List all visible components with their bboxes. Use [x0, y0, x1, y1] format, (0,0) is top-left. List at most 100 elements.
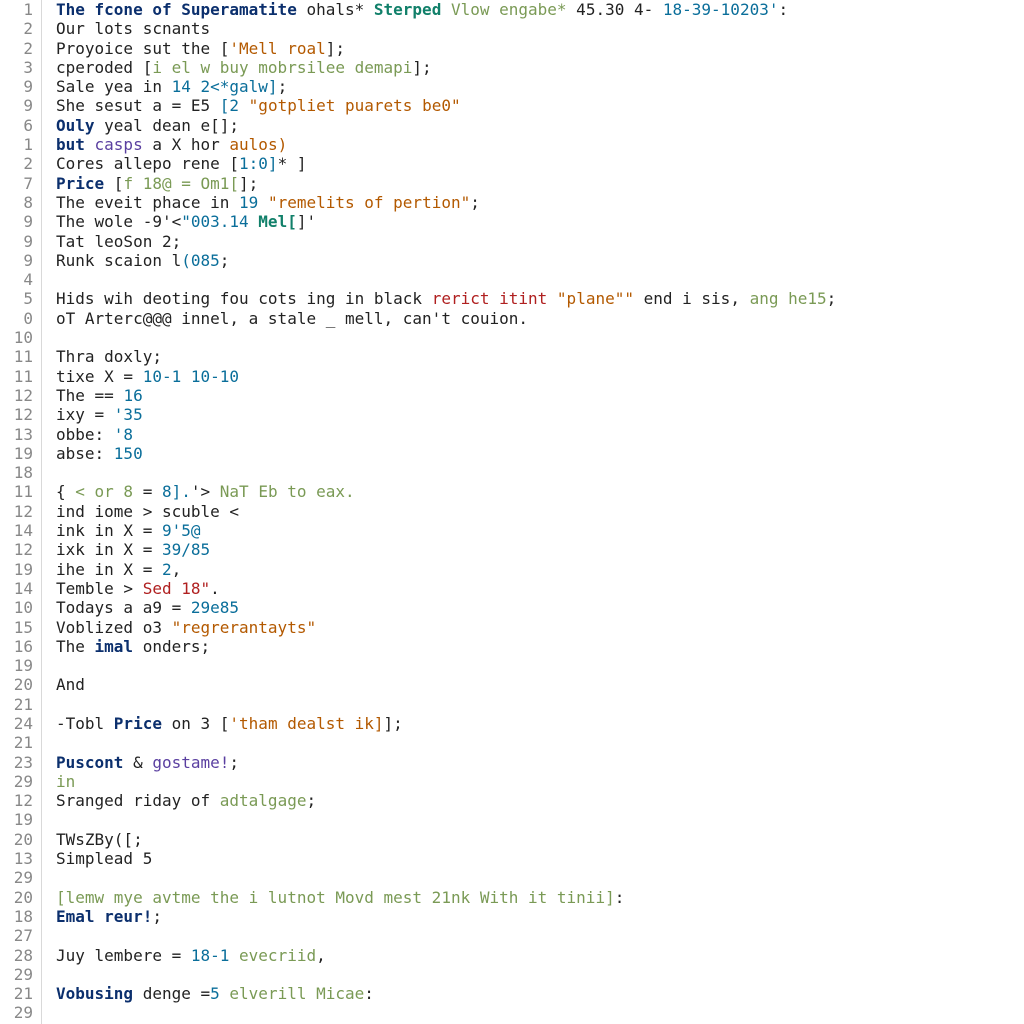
token-pl: Thra doxly; [56, 347, 162, 366]
code-line[interactable]: Puscont & gostame!; [56, 753, 1024, 772]
code-line[interactable]: Cores allepo rene [1:0]* ] [56, 154, 1024, 173]
line-number: 18 [0, 463, 41, 482]
code-line[interactable]: in [56, 772, 1024, 791]
code-line[interactable]: The eveit phace in 19 "remelits of perti… [56, 193, 1024, 212]
code-line[interactable]: Simplead 5 [56, 849, 1024, 868]
code-line[interactable]: Thra doxly; [56, 347, 1024, 366]
code-line[interactable]: Juy lembere = 18-1 evecriid, [56, 946, 1024, 965]
code-line[interactable]: Proyoice sut the ['Mell roal]; [56, 39, 1024, 58]
line-number: 2 [0, 19, 41, 38]
token-com: < or 8 [75, 482, 133, 501]
code-line[interactable]: Todays a a9 = 29e85 [56, 598, 1024, 617]
code-line[interactable]: obbe: '8 [56, 425, 1024, 444]
code-line[interactable]: ink in X = 9'5@ [56, 521, 1024, 540]
line-number: 21 [0, 984, 41, 1003]
line-number: 10 [0, 328, 41, 347]
line-number: 13 [0, 849, 41, 868]
code-line[interactable]: abse: 150 [56, 444, 1024, 463]
code-line[interactable]: ixk in X = 39/85 [56, 540, 1024, 559]
code-line[interactable]: oT Arterc@@@ innel, a stale _ mell, can'… [56, 309, 1024, 328]
code-line[interactable]: { < or 8 = 8].'> NaT Eb to eax. [56, 482, 1024, 501]
line-number: 1 [0, 135, 41, 154]
code-area[interactable]: The fcone of Superamatite ohals* Sterped… [42, 0, 1024, 1024]
code-line[interactable] [56, 463, 1024, 482]
code-editor[interactable]: 1223996127899945010111112121319181112141… [0, 0, 1024, 1024]
code-line[interactable]: The imal onders; [56, 637, 1024, 656]
code-line[interactable]: Vobusing denge =5 elverill Micae: [56, 984, 1024, 1003]
token-pl: Sranged riday of [56, 791, 220, 810]
token-str: "plane"" [557, 289, 634, 308]
code-line[interactable] [56, 965, 1024, 984]
code-line[interactable]: Sale yea in 14 2<*galw]; [56, 77, 1024, 96]
code-line[interactable]: ind iome > scuble < [56, 502, 1024, 521]
line-number: 12 [0, 502, 41, 521]
line-number: 21 [0, 695, 41, 714]
token-pl: : [615, 888, 625, 907]
code-line[interactable]: -Tobl Price on 3 ['tham dealst ik]]; [56, 714, 1024, 733]
line-number: 9 [0, 251, 41, 270]
code-line[interactable]: [lemw mye avtme the i lutnot Movd mest 2… [56, 888, 1024, 907]
token-pl: ]; [326, 39, 345, 58]
token-pl: ind iome > scuble < [56, 502, 239, 521]
code-line[interactable] [56, 926, 1024, 945]
token-pl: '> [191, 482, 220, 501]
code-line[interactable]: The fcone of Superamatite ohals* Sterped… [56, 0, 1024, 19]
code-line[interactable]: TWsZBy([; [56, 830, 1024, 849]
code-line[interactable]: tixe X = 10-1 10-10 [56, 367, 1024, 386]
line-number: 12 [0, 540, 41, 559]
token-pl: ]; [239, 174, 258, 193]
line-number: 19 [0, 444, 41, 463]
code-line[interactable] [56, 695, 1024, 714]
token-pl: : [778, 0, 788, 19]
code-line[interactable] [56, 868, 1024, 887]
token-com: Vlow engabe* [451, 0, 567, 19]
code-line[interactable]: Emal reur!; [56, 907, 1024, 926]
code-line[interactable] [56, 1003, 1024, 1022]
code-line[interactable]: The wole -9'<"003.14 Mel[]' [56, 212, 1024, 231]
code-line[interactable] [56, 270, 1024, 289]
code-line[interactable] [56, 733, 1024, 752]
token-num: 29e85 [191, 598, 239, 617]
code-line[interactable]: Hids wih deoting fou cots ing in black r… [56, 289, 1024, 308]
code-line[interactable]: Our lots scnants [56, 19, 1024, 38]
line-number: 29 [0, 1003, 41, 1022]
token-num: 5 [210, 984, 229, 1003]
code-line[interactable]: cperoded [i el w buy mobrsilee demapi]; [56, 58, 1024, 77]
code-line[interactable]: Tat leoSon 2; [56, 232, 1024, 251]
code-line[interactable] [56, 656, 1024, 675]
code-line[interactable]: Ouly yeal dean e[]; [56, 116, 1024, 135]
code-line[interactable]: And [56, 675, 1024, 694]
code-line[interactable]: Runk scaion l(085; [56, 251, 1024, 270]
token-pl: abse: [56, 444, 114, 463]
line-number: 8 [0, 193, 41, 212]
code-line[interactable]: The == 16 [56, 386, 1024, 405]
code-line[interactable]: Voblized o3 "regrerantayts" [56, 618, 1024, 637]
code-line[interactable]: Price [f 18@ = Om1[]; [56, 174, 1024, 193]
token-ty: Mel[ [258, 212, 297, 231]
token-pl: Temble > [56, 579, 143, 598]
code-line[interactable] [56, 328, 1024, 347]
code-line[interactable]: Sranged riday of adtalgage; [56, 791, 1024, 810]
code-line[interactable] [56, 810, 1024, 829]
token-kw: Price [114, 714, 162, 733]
token-com: adtalgage [220, 791, 307, 810]
line-number: 12 [0, 791, 41, 810]
code-line[interactable]: ihe in X = 2, [56, 560, 1024, 579]
token-num: 39/85 [162, 540, 210, 559]
token-pl: { [56, 482, 75, 501]
token-pl: a X hor [143, 135, 230, 154]
code-line[interactable]: She sesut a = E5 [2 "gotpliet puarets be… [56, 96, 1024, 115]
token-com: f 18@ = Om1[ [123, 174, 239, 193]
token-kw: The fcone of Superamatite [56, 0, 297, 19]
token-pl: Cores allepo rene [ [56, 154, 239, 173]
code-line[interactable]: ixy = '35 [56, 405, 1024, 424]
line-number: 10 [0, 598, 41, 617]
token-com: in [56, 772, 75, 791]
line-number: 19 [0, 656, 41, 675]
code-line[interactable]: but casps a X hor aulos) [56, 135, 1024, 154]
token-pl: & [123, 753, 152, 772]
token-pl: ; [278, 77, 288, 96]
token-pl: ohals* [297, 0, 374, 19]
line-number: 12 [0, 405, 41, 424]
code-line[interactable]: Temble > Sed 18". [56, 579, 1024, 598]
